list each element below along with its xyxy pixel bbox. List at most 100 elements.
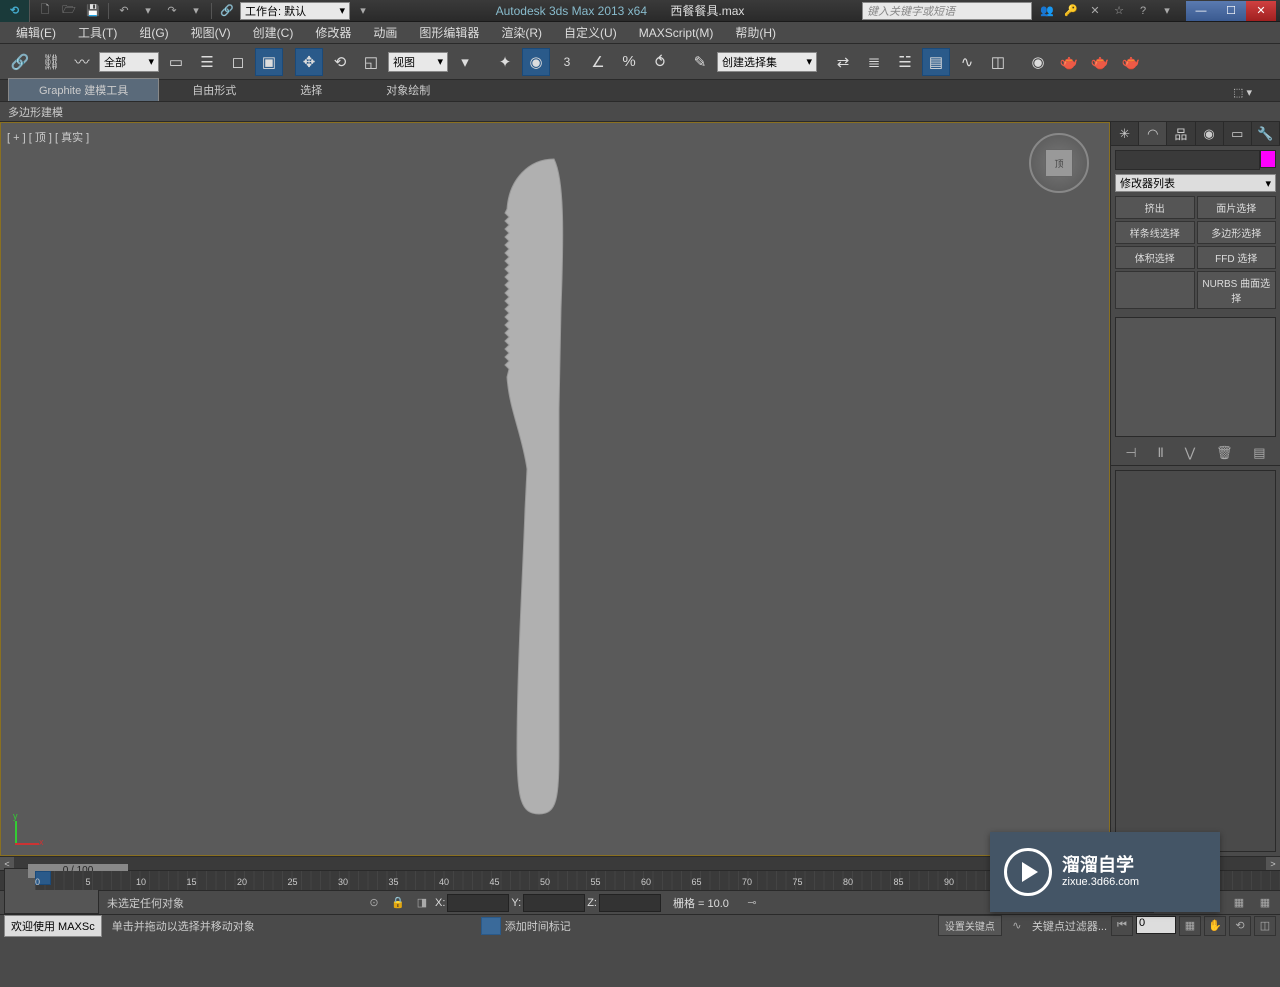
modifier-list-dropdown[interactable]: 修改器列表 [1115,174,1276,192]
viewcube[interactable]: 顶 [1029,133,1089,193]
tab-motion-icon[interactable]: ◉ [1196,122,1224,145]
render-icon[interactable]: 🫖 [1117,48,1145,76]
schematic-icon[interactable]: ◫ [984,48,1012,76]
menu-views[interactable]: 视图(V) [181,22,241,43]
help-icon[interactable]: ? [1132,2,1154,20]
snap-3-icon[interactable]: 3 [553,48,581,76]
object-name-field[interactable] [1115,150,1260,170]
spinner-snap-icon[interactable]: ⥀ [646,48,674,76]
redo-dd-icon[interactable]: ▾ [185,2,207,20]
btn-vol-select[interactable]: 体积选择 [1115,246,1195,269]
btn-extrude[interactable]: 挤出 [1115,196,1195,219]
undo-dd-icon[interactable]: ▾ [137,2,159,20]
menu-help[interactable]: 帮助(H) [725,22,786,43]
material-editor-icon[interactable]: ◉ [1024,48,1052,76]
show-end-icon[interactable]: Ⅱ [1157,445,1163,461]
selection-filter-dropdown[interactable]: 全部 [99,52,159,72]
search-input[interactable]: 键入关键字或短语 [862,2,1032,20]
btn-nurbs-select[interactable]: NURBS 曲面选择 [1197,271,1277,309]
tab-freeform[interactable]: 自由形式 [161,78,267,101]
orbit-icon[interactable]: ⟲ [1229,916,1251,936]
menu-rendering[interactable]: 渲染(R) [491,22,552,43]
ribbon-expand-icon[interactable]: ⬚ ▾ [1225,84,1260,101]
menu-edit[interactable]: 编辑(E) [6,22,66,43]
layer-manager-icon[interactable]: ▤ [922,48,950,76]
align-icon[interactable]: ≣ [860,48,888,76]
viewport-label[interactable]: [ + ] [ 顶 ] [ 真实 ] [7,129,89,145]
menu-tools[interactable]: 工具(T) [68,22,127,43]
tab-modify-icon[interactable]: ◠ [1139,122,1167,145]
render-setup-icon[interactable]: 🫖 [1055,48,1083,76]
pivot-icon[interactable]: ▾ [451,48,479,76]
goto-start-icon[interactable]: ⏮ [1111,916,1133,936]
x-input[interactable] [447,894,509,912]
select-link-icon[interactable]: 🔗 [6,48,34,76]
new-icon[interactable]: 🗋 [34,2,56,20]
tab-object-paint[interactable]: 对象绘制 [355,78,461,101]
layers-icon[interactable]: ☱ [891,48,919,76]
undo-icon[interactable]: ↶ [113,2,135,20]
minimize-button[interactable]: — [1186,1,1216,21]
select-icon[interactable]: ▭ [162,48,190,76]
named-selset-icon[interactable]: ✎ [686,48,714,76]
set-key-button[interactable]: 设置关键点 [938,915,1002,936]
bind-spacewarp-icon[interactable]: 〰 [68,48,96,76]
max-viewport-icon[interactable]: ◫ [1254,916,1276,936]
key-filters-label[interactable]: 关键点过滤器... [1032,918,1107,934]
render-frame-icon[interactable]: 🫖 [1086,48,1114,76]
ref-coord-dropdown[interactable]: 视图 [388,52,448,72]
link-icon[interactable]: 🔗 [216,2,238,20]
angle-snap-icon[interactable]: ∠ [584,48,612,76]
rollout-area[interactable] [1115,470,1276,852]
btn-poly-select[interactable]: 多边形选择 [1197,221,1277,244]
redo-icon[interactable]: ↷ [161,2,183,20]
rotate-icon[interactable]: ⟲ [326,48,354,76]
nav-icon-3[interactable]: ▦ [1254,893,1276,913]
move-icon[interactable]: ✥ [295,48,323,76]
menu-modifiers[interactable]: 修改器 [305,22,361,43]
select-rect-icon[interactable]: ◻ [224,48,252,76]
named-selset-dropdown[interactable]: 创建选择集 [717,52,817,72]
time-tag-icon[interactable] [481,917,501,935]
z-input[interactable] [599,894,661,912]
welcome-button[interactable]: 欢迎使用 MAXSc [4,915,102,937]
menu-customize[interactable]: 自定义(U) [554,22,627,43]
percent-snap-icon[interactable]: % [615,48,643,76]
y-input[interactable] [523,894,585,912]
object-color-swatch[interactable] [1260,150,1276,168]
lock-selection-icon[interactable]: ⊙ [363,893,385,913]
snap-toggle-icon[interactable]: ◉ [522,48,550,76]
tab-create-icon[interactable]: ✳ [1111,122,1139,145]
scale-icon[interactable]: ◱ [357,48,385,76]
menu-maxscript[interactable]: MAXScript(M) [629,24,724,42]
isolate-icon[interactable]: ◨ [411,893,433,913]
configure-icon[interactable]: ▤ [1253,445,1265,461]
tab-display-icon[interactable]: ▭ [1224,122,1252,145]
frame-box[interactable]: 0 [1136,916,1176,934]
tab-graphite[interactable]: Graphite 建模工具 [8,78,159,101]
pin-stack-icon[interactable]: ⊣ [1125,445,1136,461]
open-icon[interactable]: 🗁 [58,2,80,20]
make-unique-icon[interactable]: ⋁ [1185,445,1196,461]
menu-graph-editors[interactable]: 图形编辑器 [409,22,489,43]
tab-hierarchy-icon[interactable]: 品 [1167,122,1195,145]
key-icon[interactable]: 🔑 [1060,2,1082,20]
btn-ffd-select[interactable]: FFD 选择 [1197,246,1277,269]
play-icon[interactable]: ▦ [1179,916,1201,936]
ribbon-panel-label[interactable]: 多边形建模 [0,102,1280,122]
mirror-icon[interactable]: ⇄ [829,48,857,76]
save-icon[interactable]: 💾 [82,2,104,20]
workspace-dropdown[interactable]: 工作台: 默认 [240,2,350,20]
community-icon[interactable]: 👥 [1036,2,1058,20]
close-button[interactable]: ✕ [1246,1,1276,21]
menu-animation[interactable]: 动画 [363,22,407,43]
pan-icon[interactable]: ✋ [1204,916,1226,936]
manipulate-icon[interactable]: ✦ [491,48,519,76]
window-crossing-icon[interactable]: ▣ [255,48,283,76]
modifier-stack[interactable] [1115,317,1276,437]
app-icon[interactable]: ⟲ [0,0,30,22]
unlink-icon[interactable]: ⛓ [37,48,65,76]
help-dd-icon[interactable]: ▾ [1156,2,1178,20]
key-filters-icon[interactable]: ∿ [1006,916,1028,936]
btn-spline-select[interactable]: 样条线选择 [1115,221,1195,244]
